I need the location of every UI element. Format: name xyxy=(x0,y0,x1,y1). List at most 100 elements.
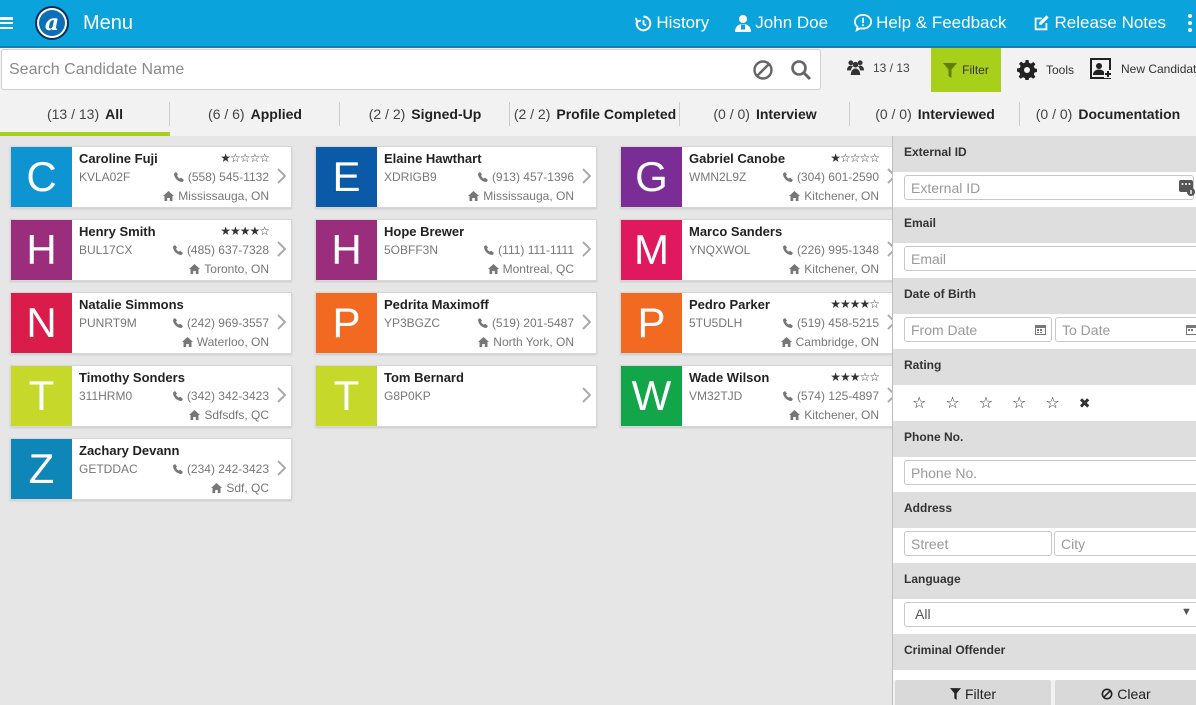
chevron-right-icon[interactable] xyxy=(277,168,286,184)
chevron-right-icon[interactable] xyxy=(582,168,591,184)
to-date-input[interactable] xyxy=(1062,318,1196,341)
clear-search-icon[interactable] xyxy=(752,59,774,81)
chevron-right-icon[interactable] xyxy=(582,241,591,257)
filter-label-dob: Date of Birth xyxy=(893,278,1196,314)
gear-icon xyxy=(1017,60,1037,80)
candidate-location: North York, ON xyxy=(478,335,574,349)
candidate-card[interactable]: E Elaine Hawthart XDRIGB9 (913) 457-1396 Mis… xyxy=(315,146,597,208)
apply-filter-button[interactable]: Filter xyxy=(895,680,1051,705)
external-id-field[interactable] xyxy=(904,175,1194,200)
calendar-icon[interactable] xyxy=(1186,324,1196,335)
candidate-card[interactable]: N Natalie Simmons PUNRT9M (242) 969-3557 Wat… xyxy=(10,292,292,354)
star-icon[interactable]: ☆ xyxy=(945,393,959,413)
filter-icon xyxy=(943,62,958,78)
candidate-card[interactable]: P Pedro Parker 5TU5DLH ★★★★☆ (519) 458-5215 C… xyxy=(620,292,902,354)
phone-input[interactable] xyxy=(911,461,1196,484)
from-date-input[interactable] xyxy=(911,318,1051,341)
candidate-phone: (234) 242-3423 xyxy=(172,462,269,476)
candidate-location: Sdf, QC xyxy=(211,481,269,495)
filter-toggle-label: Filter xyxy=(962,63,989,77)
keypad-icon[interactable] xyxy=(1179,180,1195,196)
candidate-initial-tile: T xyxy=(316,366,377,426)
candidate-count[interactable]: 13 / 13 xyxy=(846,59,910,76)
candidate-card[interactable]: C Caroline Fuji KVLA02F ★☆☆☆☆ (558) 545-1132… xyxy=(10,146,292,208)
more-options-icon[interactable] xyxy=(1184,13,1196,34)
help-label: Help & Feedback xyxy=(876,13,1007,32)
tab-interviewed[interactable]: (0 / 0) Interviewed xyxy=(850,92,1020,136)
chevron-right-icon[interactable] xyxy=(277,241,286,257)
chevron-right-icon[interactable] xyxy=(277,460,286,476)
clear-filter-button[interactable]: Clear xyxy=(1055,680,1196,705)
candidate-name: Natalie Simmons xyxy=(79,297,184,312)
location-text: Cambridge, ON xyxy=(795,335,879,349)
candidate-card[interactable]: Z Zachary Devann GETDDAC (234) 242-3423 Sdf,… xyxy=(10,438,292,500)
from-date-field[interactable] xyxy=(904,317,1052,342)
star-icon[interactable]: ☆ xyxy=(1045,393,1059,413)
candidate-location: Mississauga, ON xyxy=(163,189,269,203)
tab-profile-completed[interactable]: (2 / 2) Profile Completed xyxy=(510,92,680,136)
candidate-phone: (111) 111-1111 xyxy=(484,243,574,257)
chevron-right-icon[interactable] xyxy=(277,314,286,330)
new-candidate-button[interactable]: New Candidate xyxy=(1090,58,1196,80)
search-toolbar: 13 / 13 Filter Tools New Candidate xyxy=(0,48,1196,92)
filter-toggle-button[interactable]: Filter xyxy=(931,48,1001,92)
language-select[interactable]: All xyxy=(904,602,1196,627)
phone-icon xyxy=(172,318,183,328)
candidate-code: YP3BGZC xyxy=(384,316,441,330)
chevron-right-icon[interactable] xyxy=(582,314,591,330)
history-link[interactable]: History xyxy=(635,13,709,33)
phone-field[interactable] xyxy=(904,460,1196,485)
app-logo[interactable]: a xyxy=(35,6,69,40)
phone-text: (558) 545-1132 xyxy=(187,170,269,184)
street-input[interactable] xyxy=(911,532,1051,555)
clear-rating-icon[interactable]: ✖ xyxy=(1079,395,1091,412)
tab-label: Signed-Up xyxy=(411,106,482,122)
email-field[interactable] xyxy=(904,246,1196,271)
home-icon xyxy=(478,337,490,347)
tab-interview[interactable]: (0 / 0) Interview xyxy=(680,92,850,136)
candidate-name: Caroline Fuji xyxy=(79,151,158,166)
tools-button[interactable]: Tools xyxy=(1017,60,1074,80)
candidate-card[interactable]: G Gabriel Canobe WMN2L9Z ★☆☆☆☆ (304) 601-259… xyxy=(620,146,902,208)
rating-stars: ★★★★☆ xyxy=(220,224,270,238)
release-notes-link[interactable]: Release Notes xyxy=(1032,13,1166,33)
tab-documentation[interactable]: (0 / 0) Documentation xyxy=(1020,92,1196,136)
candidate-card[interactable]: T Tom Bernard G8P0KP xyxy=(315,365,597,427)
search-input[interactable] xyxy=(2,50,722,89)
user-menu[interactable]: John Doe xyxy=(735,13,828,33)
email-input[interactable] xyxy=(911,247,1196,270)
phone-text: (304) 601-2590 xyxy=(796,170,879,184)
apply-filter-label: Filter xyxy=(964,686,997,702)
candidate-code: PUNRT9M xyxy=(79,316,137,330)
star-icon[interactable]: ☆ xyxy=(912,393,926,413)
search-icon[interactable] xyxy=(790,59,812,81)
candidate-card[interactable]: P Pedrita Maximoff YP3BGZC (519) 201-5487 No… xyxy=(315,292,597,354)
filter-label-phone: Phone No. xyxy=(893,421,1196,457)
to-date-field[interactable] xyxy=(1055,317,1196,342)
tab-all[interactable]: (13 / 13) All xyxy=(0,92,170,136)
star-icon[interactable]: ☆ xyxy=(979,393,993,413)
street-field[interactable] xyxy=(904,531,1052,556)
candidate-card[interactable]: W Wade Wilson VM32TJD ★★★☆☆ (574) 125-4897 Ki… xyxy=(620,365,902,427)
candidate-card[interactable]: T Timothy Sonders 311HRM0 (342) 342-3423 Sdf… xyxy=(10,365,292,427)
chevron-right-icon[interactable] xyxy=(582,387,591,403)
city-input[interactable] xyxy=(1061,532,1196,555)
candidate-phone: (913) 457-1396 xyxy=(477,170,574,184)
help-feedback-link[interactable]: Help & Feedback xyxy=(854,13,1006,33)
chevron-right-icon[interactable] xyxy=(277,387,286,403)
chevron-down-icon[interactable]: ▼ xyxy=(1181,606,1192,618)
candidate-card[interactable]: H Henry Smith BUL17CX ★★★★☆ (485) 637-7328 To… xyxy=(10,219,292,281)
hamburger-menu-icon[interactable] xyxy=(0,16,14,30)
candidate-card[interactable]: H Hope Brewer 5OBFF3N (111) 111-1111 Montrea… xyxy=(315,219,597,281)
history-icon xyxy=(635,15,652,31)
tab-signed-up[interactable]: (2 / 2) Signed-Up xyxy=(340,92,510,136)
tab-applied[interactable]: (6 / 6) Applied xyxy=(170,92,340,136)
menu-label[interactable]: Menu xyxy=(83,12,133,35)
tab-label: Profile Completed xyxy=(556,106,677,122)
candidate-card[interactable]: M Marco Sanders YNQXWOL (226) 995-1348 Kitch… xyxy=(620,219,902,281)
home-icon xyxy=(181,337,193,347)
calendar-icon[interactable] xyxy=(1035,324,1046,335)
city-field[interactable] xyxy=(1054,531,1196,556)
external-id-input[interactable] xyxy=(911,176,1193,199)
star-icon[interactable]: ☆ xyxy=(1012,393,1026,413)
